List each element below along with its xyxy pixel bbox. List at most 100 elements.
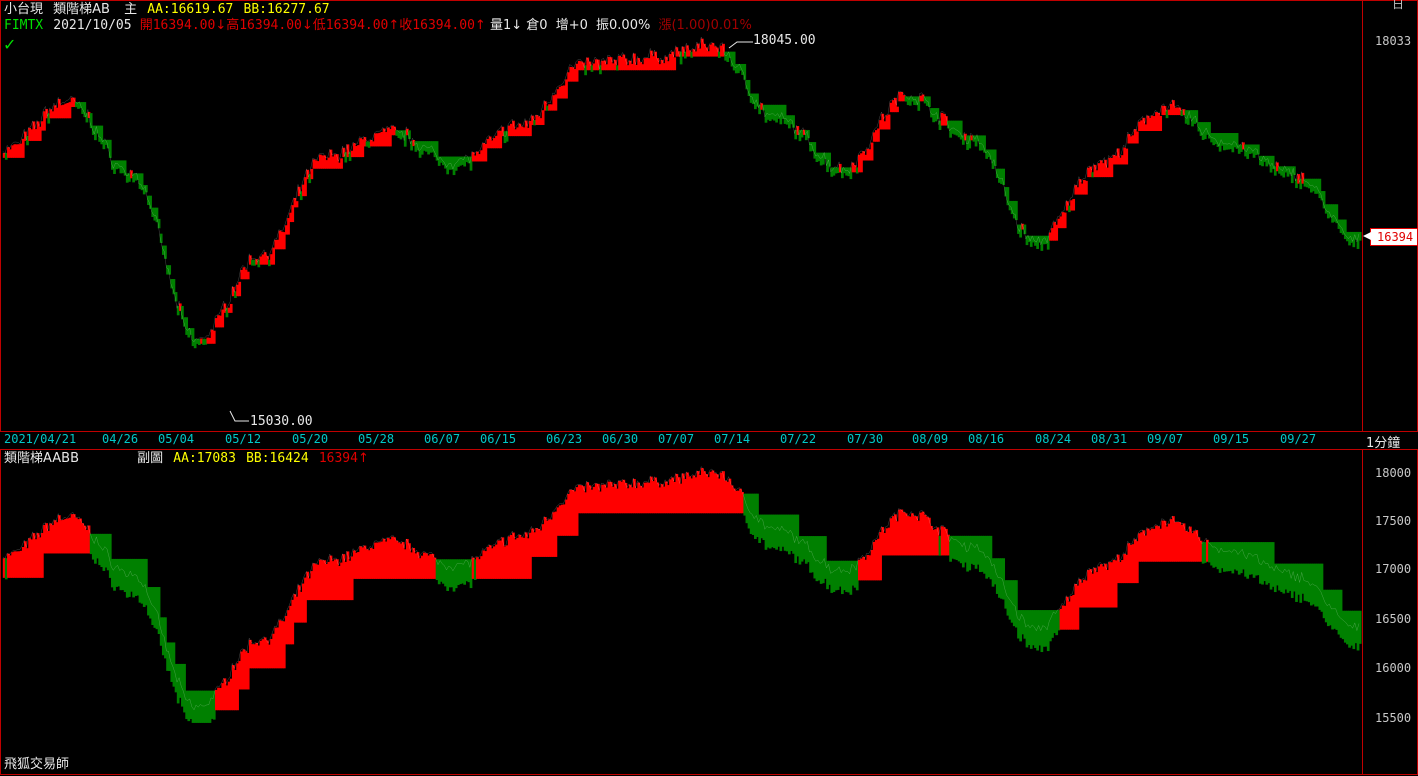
amplitude: 振0.00% [596,18,651,33]
main-chart-bar [1015,200,1018,221]
main-chart-bar [108,139,112,158]
main-chart-pane[interactable]: 小台現 類階梯AB 主 AA:16619.67 BB:16277.67 FIMT… [0,0,1418,432]
quote-date: 2021/10/05 [53,18,132,33]
indicator-name: 類階梯AB [53,2,110,17]
up-arrow-icon: ↑ [357,451,369,466]
main-chart-bar [1085,180,1088,195]
time-axis-label: 04/26 [102,432,139,446]
sub-axis-tick: 16000 [1375,661,1412,675]
time-axis-label: 08/09 [912,432,949,446]
main-chart-bar [295,201,299,208]
sub-axis-tick: 17500 [1375,514,1412,528]
main-chart-bar [1063,212,1067,229]
symbol-code: FIMTX [4,18,44,33]
main-chart-bar [877,128,880,142]
main-chart-bar [21,138,25,158]
down-arrow-icon: ↓ [301,18,313,33]
main-chart-bar [1159,115,1163,131]
sub-chart-header: 類階梯AABB 副圖 AA:17083 BB:16424 16394↑ [4,451,369,466]
sub-chart-pane[interactable]: 類階梯AABB 副圖 AA:17083 BB:16424 16394↑ 1800… [0,449,1418,775]
sub-axis-tick: 16500 [1375,612,1412,626]
down-arrow-icon: ↓ [215,18,227,33]
main-chart-bar [282,232,286,250]
window-menu-icon[interactable]: 日 [1392,0,1404,12]
main-chart-bar [212,330,216,344]
chart-header-line-2: FIMTX 2021/10/05 開16394.00↓高16394.00↓低16… [4,18,752,33]
main-chart-bar [828,152,832,167]
time-axis-label: 07/07 [658,432,695,446]
main-chart-bar [272,247,276,265]
main-chart-bar [1358,231,1362,241]
brand-label: 飛狐交易師 [4,757,70,772]
price-axis-tick: 18033 [1375,34,1412,48]
time-axis-label: 09/07 [1147,432,1184,446]
main-chart-bar [541,110,545,125]
time-axis-label: 07/22 [780,432,817,446]
sub-chart-canvas[interactable] [1,450,1418,776]
main-chart-bar [304,177,307,197]
main-chart-bar [673,57,677,71]
sub-axis-tick: 18000 [1375,466,1412,480]
sub-bb-value: BB:16424 [246,451,309,466]
time-axis-label: 05/04 [158,432,195,446]
main-chart-bar [340,158,343,169]
down-arrow-icon: ↓ [511,18,523,33]
sub-aa-value: AA:17083 [173,451,236,466]
volume: 量1 [489,18,512,33]
up-arrow-icon: ↑ [388,18,400,33]
main-label: 主 [124,2,138,17]
main-chart-bar [291,205,295,223]
oi-change: 增+0 [555,18,588,33]
checkmark-icon[interactable]: ✓ [3,37,16,53]
sub-axis-tick: 15500 [1375,711,1412,725]
time-axis-label: 06/23 [546,432,583,446]
sub-chart-bar [1358,610,1362,644]
time-axis-label: 08/24 [1035,432,1072,446]
main-chart-bar [993,149,997,166]
time-axis-label: 2021/04/21 [4,432,77,446]
price-change: 漲(1.00)0.01% [658,18,752,33]
aa-value: AA:16619.67 [147,2,234,17]
main-chart-bar [1125,148,1129,165]
current-price-tag: 16394 [1362,228,1418,246]
main-chart-bar [928,96,931,108]
open-price: 開16394.00 [139,18,216,33]
main-chart-bar [565,79,568,99]
time-axis[interactable]: 2021/04/21 04/26 05/04 05/12 05/20 05/28… [0,432,1418,451]
instrument-name: 小台現 [4,2,44,17]
time-axis-label: 08/16 [968,432,1005,446]
main-chart-bar [246,271,250,280]
main-chart-bar [1072,198,1076,211]
main-chart-bar [144,185,148,193]
low-marker-line [229,410,249,422]
main-chart-bar [238,281,242,297]
main-chart-bar [229,303,233,313]
low-marker-label: 15030.00 [250,414,313,429]
sub-indicator-name: 類階梯AABB [4,451,79,466]
high-marker-line [728,41,753,49]
time-axis-label: 06/30 [602,432,639,446]
sub-chart-label: 副圖 [137,451,164,466]
main-chart-bar [887,114,891,130]
main-chart-bar [1256,144,1260,155]
sub-axis-tick: 17000 [1375,562,1412,576]
time-axis-label: 07/30 [847,432,884,446]
high-marker-label: 18045.00 [753,33,816,48]
close-price: 收16394.00 [399,18,475,33]
time-axis-label: 09/15 [1213,432,1250,446]
main-chart-canvas[interactable] [1,1,1418,433]
main-chart-bar [310,169,314,180]
main-chart-bar [896,106,899,113]
main-chart-bar [1135,131,1139,144]
time-axis-label: 05/28 [358,432,395,446]
up-arrow-icon: ↑ [474,18,486,33]
chart-header-line-1: 小台現 類階梯AB 主 AA:16619.67 BB:16277.67 [4,2,330,17]
time-axis-label: 06/15 [480,432,517,446]
open-interest: 倉0 [526,18,548,33]
high-price: 高16394.00 [226,18,302,33]
main-chart-bar [743,63,747,80]
time-axis-label: 07/14 [714,432,751,446]
sub-last-value: 16394 [318,451,358,466]
time-axis-label: 05/12 [225,432,262,446]
time-axis-label: 05/20 [292,432,329,446]
